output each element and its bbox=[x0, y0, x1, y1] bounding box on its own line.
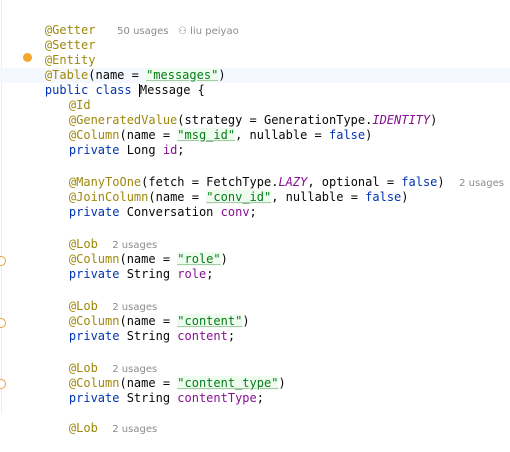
code-line[interactable]: public class Message { bbox=[16, 68, 205, 97]
keyword: class bbox=[95, 83, 132, 97]
code-line[interactable]: @Lob 2 usages bbox=[16, 284, 157, 313]
usages-hint[interactable]: 50 usages bbox=[117, 26, 168, 37]
usages-hint[interactable]: 2 usages bbox=[459, 178, 504, 189]
code-line[interactable]: @Getter 50 usages ⚇ liu peiyao bbox=[16, 8, 239, 37]
code-line[interactable]: @JoinColumn(name = "conv_id", nullable =… bbox=[16, 175, 409, 204]
author-hint[interactable]: liu peiyao bbox=[190, 26, 239, 37]
field-name: conv bbox=[220, 205, 250, 219]
code-line[interactable]: @Setter bbox=[16, 23, 96, 52]
code-line[interactable]: @Lob 2 usages bbox=[16, 406, 157, 435]
field-name: contentType bbox=[177, 391, 257, 405]
code-line[interactable]: private String content; bbox=[16, 314, 235, 343]
code-line[interactable]: @Column(name = "msg_id", nullable = fals… bbox=[16, 113, 372, 142]
field-name: role bbox=[177, 267, 207, 281]
annotation: @Lob bbox=[68, 421, 98, 435]
string-literal: "msg_id" bbox=[177, 128, 236, 142]
code-line[interactable]: @Table(name = "messages") bbox=[16, 53, 226, 82]
gutter-divider bbox=[1, 0, 2, 413]
field-name: content bbox=[177, 329, 228, 343]
code-line[interactable]: @Id bbox=[16, 83, 91, 112]
related-symbol-icon[interactable] bbox=[0, 318, 6, 328]
code-line[interactable]: private String role; bbox=[16, 252, 214, 281]
code-line[interactable]: @ManyToOne(fetch = FetchType.LAZY, optio… bbox=[16, 160, 504, 189]
code-line[interactable]: @GeneratedValue(strategy = GenerationTyp… bbox=[16, 98, 437, 127]
code-line[interactable]: @Column(name = "content") bbox=[16, 299, 250, 328]
author-icon: ⚇ bbox=[178, 26, 191, 37]
code-line[interactable]: @Entity bbox=[16, 38, 96, 67]
code-line[interactable]: private Long id; bbox=[16, 128, 185, 157]
code-line[interactable]: private Conversation conv; bbox=[16, 190, 257, 219]
code-line[interactable]: @Column(name = "role") bbox=[16, 237, 228, 266]
related-symbol-icon[interactable] bbox=[0, 379, 6, 389]
code-line[interactable]: private String contentType; bbox=[16, 376, 264, 405]
intention-bulb-icon[interactable] bbox=[23, 53, 32, 62]
class-name: essage { bbox=[147, 83, 205, 97]
code-line[interactable]: @Lob 2 usages bbox=[16, 222, 157, 251]
code-line[interactable]: @Column(name = "content_type") bbox=[16, 361, 286, 390]
code-editor[interactable]: @Getter 50 usages ⚇ liu peiyao @Setter @… bbox=[0, 0, 510, 435]
code-line[interactable]: @Lob 2 usages bbox=[16, 346, 157, 375]
related-symbol-icon[interactable] bbox=[0, 256, 6, 266]
field-name: id bbox=[162, 143, 178, 157]
usages-hint[interactable]: 2 usages bbox=[112, 424, 157, 435]
